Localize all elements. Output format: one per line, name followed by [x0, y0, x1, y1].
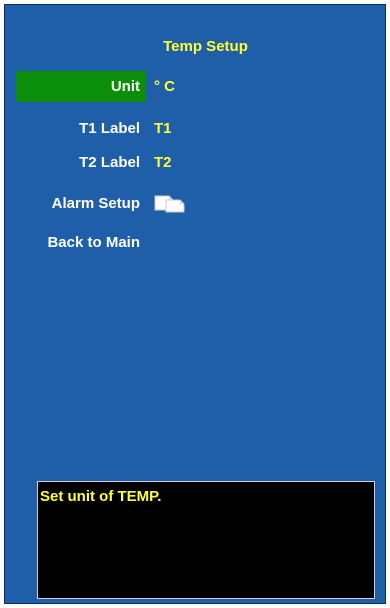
- t1-label-value[interactable]: T1: [154, 113, 172, 144]
- unit-menu-item[interactable]: Unit: [16, 71, 146, 102]
- menu-row-t1-label: T1 Label T1: [16, 113, 386, 144]
- back-to-main-menu-item[interactable]: Back to Main: [16, 227, 146, 258]
- menu-row-back-to-main: Back to Main: [16, 227, 386, 258]
- alarm-setup-menu-item[interactable]: Alarm Setup: [16, 188, 146, 219]
- unit-value[interactable]: ° C: [154, 71, 175, 102]
- help-text: Set unit of TEMP.: [40, 488, 162, 505]
- menu-row-t2-label: T2 Label T2: [16, 147, 386, 178]
- submenu-pages-icon: [154, 195, 185, 213]
- help-text-box: Set unit of TEMP.: [37, 481, 375, 599]
- alarm-setup-submenu[interactable]: [154, 188, 190, 219]
- t2-label-menu-item[interactable]: T2 Label: [16, 147, 146, 178]
- menu-row-alarm-setup: Alarm Setup: [16, 188, 386, 219]
- page-title: Temp Setup: [163, 38, 248, 55]
- t2-label-value[interactable]: T2: [154, 147, 172, 178]
- monitor-window: Temp Setup Unit ° C T1 Label T1 T2 Label…: [0, 0, 390, 608]
- menu-row-unit: Unit ° C: [16, 71, 386, 102]
- temp-setup-panel: Temp Setup Unit ° C T1 Label T1 T2 Label…: [4, 4, 386, 604]
- t1-label-menu-item[interactable]: T1 Label: [16, 113, 146, 144]
